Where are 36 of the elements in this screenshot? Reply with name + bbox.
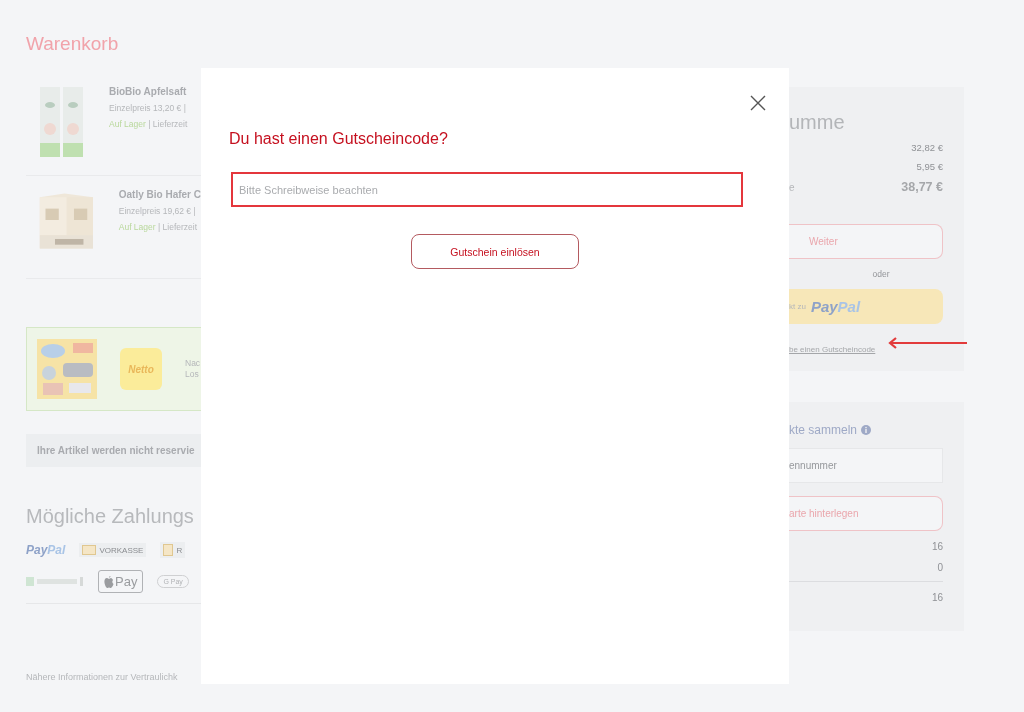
summary-title: umme (789, 111, 846, 134)
dialog-title: Du hast einen Gutscheincode? (229, 130, 449, 148)
close-icon[interactable] (749, 94, 767, 112)
card-number-field[interactable]: ennummer (789, 448, 943, 483)
availability-text: Auf Lager | Lieferzeit (118, 222, 199, 232)
points-value: 0 (937, 562, 943, 573)
voucher-link[interactable]: be einen Gutscheincode (789, 345, 876, 354)
payment-title: Mögliche Zahlungs (26, 505, 195, 528)
invoice-logo: R (160, 542, 186, 558)
voucher-code-field[interactable]: Bitte Schreibweise beachten (231, 172, 743, 207)
apple-pay-logo: Pay (98, 570, 144, 593)
summary-label: e (789, 181, 795, 193)
banner-text: Nac (185, 358, 201, 369)
save-card-button[interactable]: arte hinterlegen (789, 496, 943, 531)
or-text: oder (872, 269, 890, 279)
redeem-button[interactable]: Gutschein einlösen (411, 234, 579, 269)
unit-price: Einzelpreis 13,20 € | (109, 103, 187, 113)
arrow-icon (887, 337, 969, 349)
reservation-notice: Ihre Artikel werden nicht reservie (26, 434, 201, 467)
paypal-logo: PayPal (26, 543, 66, 557)
privacy-text: Nähere Informationen zur Vertraulichk (26, 672, 179, 682)
availability-text: Auf Lager | Lieferzeit (109, 119, 188, 129)
loyalty-title: kte sammeln (789, 423, 858, 437)
product-name: Oatly Bio Hafer C (118, 189, 201, 200)
summary-amount: 32,82 € (911, 142, 943, 153)
info-icon (861, 425, 872, 435)
prepayment-logo: VORKASSE (79, 543, 147, 557)
points-value: 16 (931, 541, 943, 552)
continue-button[interactable]: Weiter (789, 224, 943, 259)
page-title: Warenkorb (26, 33, 120, 55)
total-amount: 38,77 € (901, 180, 943, 194)
product-name: BioBio Apfelsaft (109, 86, 188, 97)
consors-logo (26, 577, 84, 586)
summary-amount: 5,95 € (916, 161, 943, 172)
points-total: 16 (931, 592, 943, 603)
store-logo: Netto (120, 348, 162, 390)
